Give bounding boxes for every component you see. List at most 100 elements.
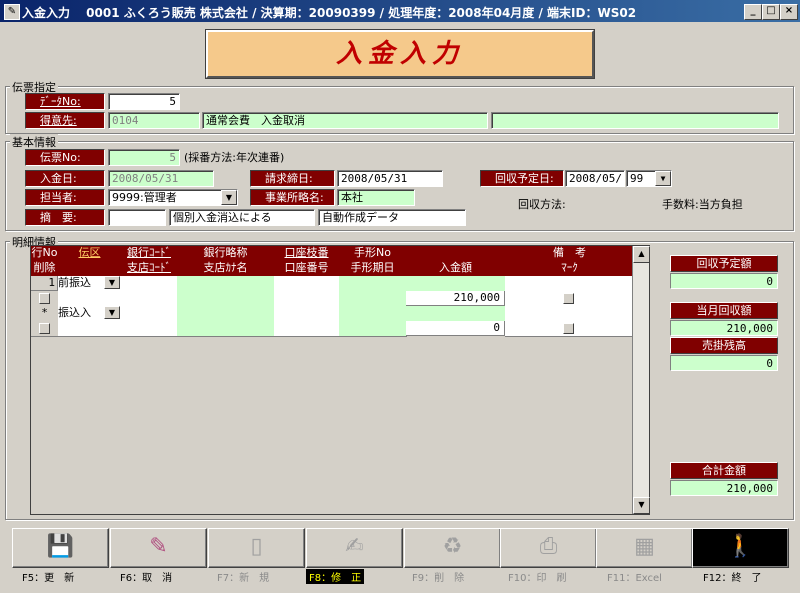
- row-amount-top: [406, 276, 506, 292]
- close-button[interactable]: ×: [780, 4, 798, 20]
- edit-document-icon: ✍: [345, 534, 364, 559]
- row-branch-kana: [177, 321, 275, 337]
- row-no: *: [31, 306, 59, 322]
- collection-day-select[interactable]: 99 ▼: [626, 170, 672, 187]
- row-branch-code[interactable]: [121, 321, 178, 337]
- row-mark-cell: [505, 321, 635, 337]
- monthly-collection-value: 210,000: [670, 320, 778, 336]
- row-no: 1: [31, 276, 58, 291]
- row-account-no[interactable]: [274, 291, 340, 307]
- chevron-down-icon[interactable]: ▼: [221, 190, 237, 205]
- app-icon: ✎: [4, 4, 20, 20]
- row-denku-bottom: [58, 291, 122, 307]
- chevron-down-icon[interactable]: ▼: [655, 171, 671, 186]
- row-denku-value: 振込入: [58, 306, 91, 319]
- billing-cutoff-field[interactable]: 2008/05/31: [337, 170, 443, 187]
- window-title: 入金入力 0001 ふくろう販売 株式会社 / 決算期：20090399 / 処…: [22, 6, 637, 20]
- row-bank-code[interactable]: [121, 306, 178, 322]
- collection-method-text: 回収方法:: [518, 198, 566, 211]
- numbering-note: (採番方法:年次連番): [184, 151, 285, 164]
- row-remarks[interactable]: [505, 276, 635, 292]
- row-bill-no[interactable]: [339, 276, 407, 292]
- header-branch-no: 口座枝番: [274, 246, 340, 261]
- summary-code-input[interactable]: [108, 209, 166, 226]
- row-delete-cell: [31, 321, 59, 337]
- row-amount[interactable]: 210,000: [406, 291, 505, 306]
- header-branch-kana: 支店ｶﾅ名: [177, 261, 275, 276]
- update-button[interactable]: 💾: [12, 528, 109, 568]
- delete-checkbox[interactable]: [39, 323, 50, 334]
- header-mark: ﾏｰｸ: [505, 261, 635, 276]
- summary-text1-input[interactable]: 個別入金消込による: [169, 209, 315, 226]
- recycle-icon: ♻: [442, 534, 463, 559]
- f6-label: F6：取 消: [120, 573, 173, 584]
- print-button[interactable]: ⎙: [500, 528, 597, 568]
- scroll-up-icon[interactable]: ▲: [633, 246, 650, 263]
- floppy-disk-icon: 💾: [46, 534, 75, 559]
- row-denku-value: 前振込: [58, 276, 91, 289]
- monthly-collection-label: 当月回収額: [670, 302, 778, 319]
- collection-date-field[interactable]: 2008/05/: [565, 170, 625, 187]
- row-bank-name: [177, 306, 275, 322]
- person-in-charge-select[interactable]: 9999:管理者 ▼: [108, 189, 238, 206]
- basic-info-group-label: 基本情報: [10, 134, 58, 150]
- new-button[interactable]: ▯: [208, 528, 305, 568]
- cancel-button[interactable]: ✎: [110, 528, 207, 568]
- chevron-down-icon[interactable]: ▼: [104, 306, 120, 319]
- mark-checkbox[interactable]: [563, 293, 574, 304]
- row-bill-due[interactable]: [339, 321, 407, 337]
- office-label: 事業所略名:: [250, 189, 335, 206]
- row-denku-select[interactable]: 振込入 ▼: [58, 306, 122, 322]
- row-amount-top: [406, 306, 506, 322]
- row-mark-cell: [505, 291, 635, 307]
- collection-day-value: 99: [630, 172, 644, 185]
- row-account-no[interactable]: [274, 321, 340, 337]
- f8-label: F8：修 正: [306, 569, 365, 584]
- f11-label: F11：Excel: [607, 573, 662, 584]
- customer-extra-field: [491, 112, 779, 129]
- header-amount: 入金額: [406, 261, 506, 276]
- header-blank2: [58, 261, 122, 276]
- row-bill-no[interactable]: [339, 306, 407, 322]
- row-denku-select[interactable]: 前振込 ▼: [58, 276, 122, 292]
- screen-banner: 入金入力: [205, 29, 595, 79]
- minimize-button[interactable]: _: [744, 4, 762, 20]
- delete-button[interactable]: ♻: [404, 528, 501, 568]
- person-in-charge-label: 担当者:: [25, 189, 105, 206]
- header-branch-code: 支店ｺｰﾄﾞ: [121, 261, 178, 276]
- maximize-button[interactable]: □: [762, 4, 780, 20]
- eraser-icon: ✎: [149, 534, 168, 559]
- edit-button[interactable]: ✍: [306, 528, 403, 568]
- collection-plan-amount-label: 回収予定額: [670, 255, 778, 272]
- excel-button[interactable]: ▦: [596, 528, 693, 568]
- detail-grid[interactable]: 行No 伝区 銀行ｺｰﾄﾞ 銀行略称 口座枝番 手形No 備 考 削除 支店ｺｰ…: [30, 245, 650, 515]
- customer-name-field: 通常会費 入金取消: [202, 112, 488, 129]
- slip-no-field: 5: [108, 149, 180, 166]
- data-no-input[interactable]: 5: [108, 93, 180, 110]
- scroll-down-icon[interactable]: ▼: [633, 497, 650, 514]
- header-bank-name: 銀行略称: [177, 246, 275, 261]
- collection-date-label: 回収予定日:: [480, 170, 564, 187]
- row-branch-code[interactable]: [121, 291, 178, 307]
- row-remarks[interactable]: [505, 306, 635, 322]
- header-bill-due: 手形期日: [339, 261, 407, 276]
- total-amount-label: 合計金額: [670, 462, 778, 479]
- exit-button[interactable]: 🚶: [692, 528, 789, 568]
- payment-date-field[interactable]: 2008/05/31: [108, 170, 214, 187]
- grid-scrollbar[interactable]: ▲ ▼: [632, 246, 650, 514]
- row-branch-no[interactable]: [274, 306, 340, 322]
- mark-checkbox[interactable]: [563, 323, 574, 334]
- delete-checkbox[interactable]: [39, 293, 50, 304]
- summary-text2-input[interactable]: 自動作成データ: [318, 209, 466, 226]
- row-bank-name: [177, 276, 275, 292]
- row-amount[interactable]: 0: [406, 321, 505, 336]
- f12-label: F12：終 了: [703, 573, 762, 584]
- row-bank-code[interactable]: [121, 276, 178, 292]
- fee-text: 手数料:当方負担: [662, 198, 743, 211]
- row-bill-due[interactable]: [339, 291, 407, 307]
- customer-code-field[interactable]: 0104: [108, 112, 200, 129]
- chevron-down-icon[interactable]: ▼: [104, 276, 120, 289]
- person-in-charge-value: 9999:管理者: [112, 191, 177, 204]
- row-branch-no[interactable]: [274, 276, 340, 292]
- row-branch-kana: [177, 291, 275, 307]
